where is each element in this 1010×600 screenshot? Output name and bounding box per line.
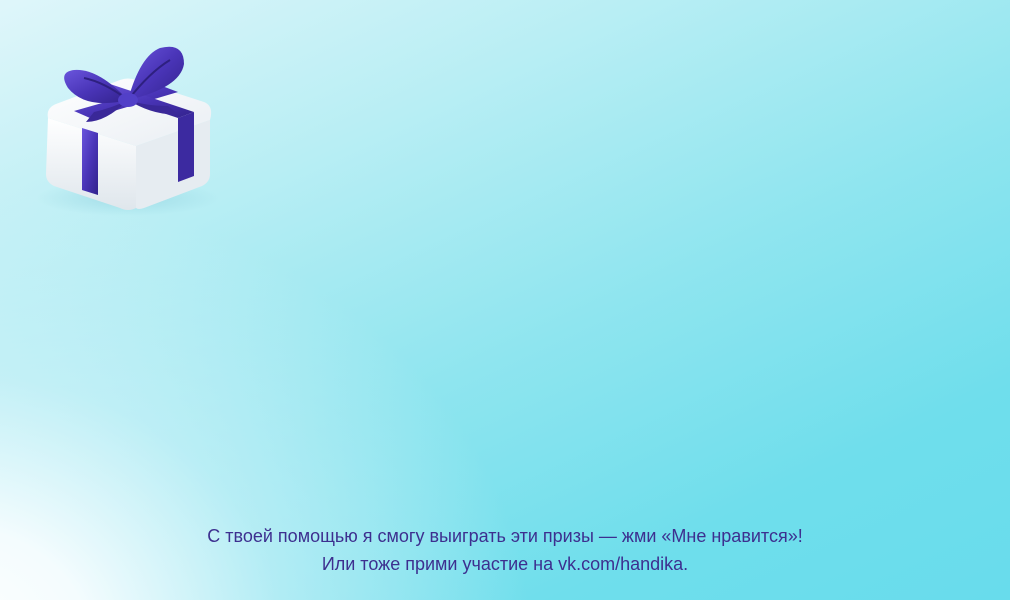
- promo-message: С твоей помощью я смогу выиграть эти при…: [0, 522, 1010, 578]
- gift-box-icon: [28, 36, 228, 226]
- promo-message-line-1: С твоей помощью я смогу выиграть эти при…: [207, 526, 803, 546]
- promo-message-line-2: Или тоже прими участие на vk.com/handika…: [321, 554, 689, 574]
- promo-card: С твоей помощью я смогу выиграть эти при…: [0, 0, 1010, 600]
